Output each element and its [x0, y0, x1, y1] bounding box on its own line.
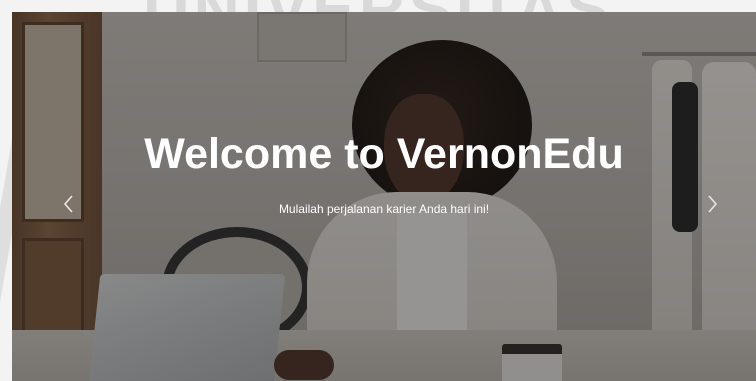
chevron-left-icon	[63, 195, 73, 213]
page: UNIVERSITAS Welcome to VernonEdu	[0, 0, 756, 381]
hero-title: Welcome to VernonEdu	[144, 130, 624, 178]
hero-carousel: Welcome to VernonEdu Mulailah perjalanan…	[12, 12, 756, 381]
hero-overlay	[12, 12, 756, 381]
chevron-right-icon	[708, 195, 718, 213]
carousel-prev-button[interactable]	[54, 184, 84, 224]
hero-subtitle: Mulailah perjalanan karier Anda hari ini…	[278, 202, 490, 216]
carousel-next-button[interactable]	[697, 184, 727, 224]
